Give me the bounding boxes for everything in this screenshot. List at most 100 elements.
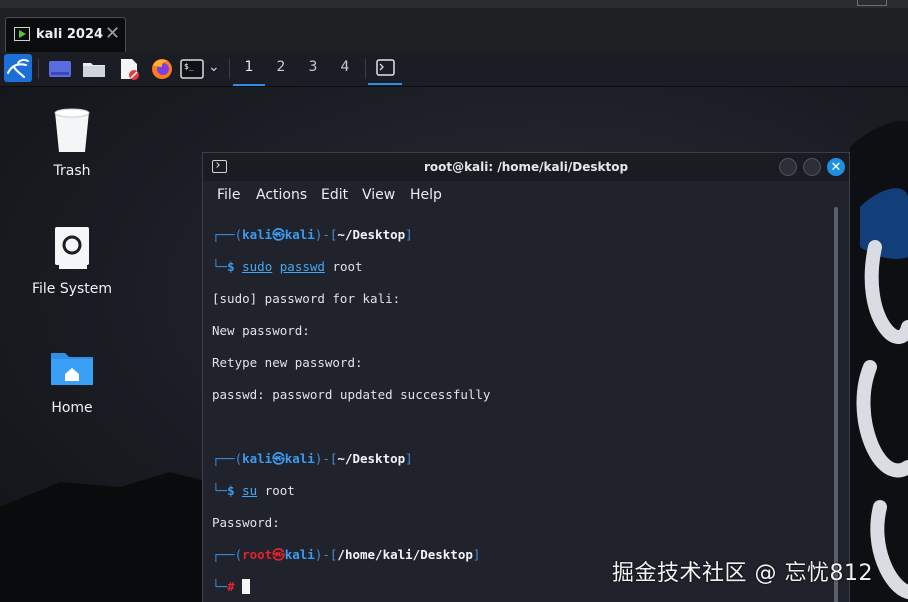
firefox-button[interactable] bbox=[150, 57, 176, 81]
vm-tab-close-icon[interactable]: ✕ bbox=[105, 23, 120, 44]
svg-text:$_: $_ bbox=[184, 62, 194, 71]
home-folder-icon bbox=[51, 353, 93, 385]
terminal-launcher-button[interactable]: $_ bbox=[180, 57, 206, 81]
command-arg: root bbox=[257, 483, 295, 498]
trash-icon bbox=[54, 108, 90, 152]
menu-actions[interactable]: Actions bbox=[256, 187, 307, 203]
panel-separator bbox=[229, 59, 230, 79]
output-line: Retype new password: bbox=[212, 355, 363, 370]
menu-edit[interactable]: Edit bbox=[321, 187, 348, 203]
panel-separator bbox=[38, 59, 39, 79]
command-line: └─$ sudo passwd root bbox=[212, 259, 490, 275]
output-line: Password: bbox=[212, 515, 280, 530]
show-desktop-button[interactable] bbox=[47, 57, 73, 81]
command-line: └─# bbox=[212, 579, 490, 595]
drive-icon bbox=[55, 227, 89, 269]
prompt-at-symbol: ㉿ bbox=[272, 227, 285, 242]
firefox-icon bbox=[152, 59, 172, 79]
launcher-dropdown-chevron-icon[interactable]: ⌄ bbox=[208, 59, 222, 83]
prompt-at-symbol: ㉿ bbox=[272, 451, 285, 466]
menu-file[interactable]: File bbox=[217, 187, 240, 203]
desktop-icon-label: Home bbox=[51, 400, 93, 416]
panel-separator bbox=[365, 59, 366, 79]
close-button[interactable]: ✕ bbox=[827, 158, 845, 176]
prompt-frame: ┌──( bbox=[212, 547, 243, 562]
desktop-icon-label: Trash bbox=[53, 163, 91, 179]
command-token: passwd bbox=[279, 259, 325, 274]
prompt-frame: └─ bbox=[212, 579, 228, 594]
prompt-dollar: $ bbox=[227, 259, 243, 274]
maximize-button[interactable] bbox=[803, 158, 821, 176]
prompt-frame: )-[ bbox=[314, 451, 338, 466]
workspace-2[interactable]: 2 bbox=[265, 59, 297, 75]
prompt-path: ~/Desktop bbox=[337, 227, 406, 242]
terminal-task-icon bbox=[376, 59, 395, 76]
prompt-frame: └─ bbox=[212, 483, 228, 498]
prompt-line: ┌──(root㉿kali)-[/home/kali/Desktop] bbox=[212, 547, 490, 563]
kali-menu-button[interactable] bbox=[4, 54, 32, 82]
terminal-titlebar[interactable]: root@kali: /home/kali/Desktop ✕ bbox=[203, 153, 849, 181]
desktop-icon bbox=[49, 61, 71, 77]
prompt-frame: └─ bbox=[212, 259, 228, 274]
folder-icon bbox=[83, 63, 105, 77]
prompt-frame: ] bbox=[405, 451, 413, 466]
prompt-user: kali bbox=[242, 227, 273, 242]
workspace-3[interactable]: 3 bbox=[297, 59, 329, 75]
command-arg: root bbox=[324, 259, 363, 274]
vm-tab[interactable]: kali 2024 ✕ bbox=[5, 17, 126, 52]
menu-view[interactable]: View bbox=[362, 187, 395, 203]
workspace-4[interactable]: 4 bbox=[329, 59, 361, 75]
vm-host-tabbar: kali 2024 ✕ bbox=[0, 0, 908, 52]
output-line: [sudo] password for kali: bbox=[212, 291, 401, 306]
minimize-button[interactable] bbox=[779, 158, 797, 176]
window-title: root@kali: /home/kali/Desktop bbox=[423, 160, 629, 174]
prompt-host: kali bbox=[284, 547, 315, 562]
prompt-line: ┌──(kali㉿kali)-[~/Desktop] bbox=[212, 451, 490, 467]
command-token: su bbox=[242, 483, 258, 498]
prompt-path: ~/Desktop bbox=[337, 451, 406, 466]
desktop-icon-label: File System bbox=[31, 281, 113, 297]
prompt-frame: ┌──( bbox=[212, 451, 243, 466]
taskbar-terminal-window[interactable] bbox=[368, 56, 402, 85]
command-line: └─$ su root bbox=[212, 483, 490, 499]
prompt-host: kali bbox=[284, 451, 315, 466]
desktop-icon-trash[interactable]: Trash bbox=[22, 107, 122, 187]
output-line: passwd: password updated successfully bbox=[212, 387, 491, 402]
watermark: 掘金技术社区 @ 忘忧812 bbox=[612, 561, 873, 586]
terminal-menubar: File Actions Edit View Help bbox=[203, 181, 849, 209]
terminal-icon: $_ bbox=[180, 59, 204, 79]
workspace-1[interactable]: 1 bbox=[233, 59, 265, 86]
terminal-scrollbar[interactable] bbox=[834, 207, 838, 602]
desktop-icon-file-system[interactable]: File System bbox=[22, 225, 122, 305]
file-manager-button[interactable] bbox=[81, 57, 107, 81]
vm-icon bbox=[14, 27, 30, 41]
prompt-line: ┌──(kali㉿kali)-[~/Desktop] bbox=[212, 227, 490, 243]
vm-tab-label: kali 2024 bbox=[36, 27, 104, 42]
prompt-frame: )-[ bbox=[314, 547, 338, 562]
host-restore-button[interactable] bbox=[857, 0, 887, 6]
text-editor-button[interactable] bbox=[116, 57, 142, 81]
prompt-path: /home/kali/Desktop bbox=[337, 547, 473, 562]
prompt-dollar: $ bbox=[227, 483, 243, 498]
menu-help[interactable]: Help bbox=[410, 187, 442, 203]
prompt-frame: ] bbox=[405, 227, 413, 242]
terminal-window: root@kali: /home/kali/Desktop ✕ File Act… bbox=[202, 152, 850, 602]
prompt-hash: # bbox=[227, 579, 243, 594]
text-cursor bbox=[242, 579, 251, 594]
prompt-user: kali bbox=[242, 451, 273, 466]
desktop-icon-home[interactable]: Home bbox=[22, 347, 122, 427]
kali-dragon-icon bbox=[7, 58, 29, 78]
top-panel: $_ ⌄ 1 2 3 4 bbox=[0, 52, 908, 87]
output-line: New password: bbox=[212, 323, 310, 338]
prompt-user: root bbox=[242, 547, 273, 562]
command-token: sudo bbox=[242, 259, 273, 274]
host-topline bbox=[0, 0, 908, 8]
prompt-at-symbol: ㉿ bbox=[272, 547, 285, 562]
prompt-frame: )-[ bbox=[314, 227, 338, 242]
prompt-host: kali bbox=[284, 227, 315, 242]
command-space bbox=[272, 259, 280, 274]
terminal-output[interactable]: ┌──(kali㉿kali)-[~/Desktop] └─$ sudo pass… bbox=[212, 211, 490, 602]
prompt-frame: ┌──( bbox=[212, 227, 243, 242]
text-editor-icon bbox=[121, 59, 139, 80]
